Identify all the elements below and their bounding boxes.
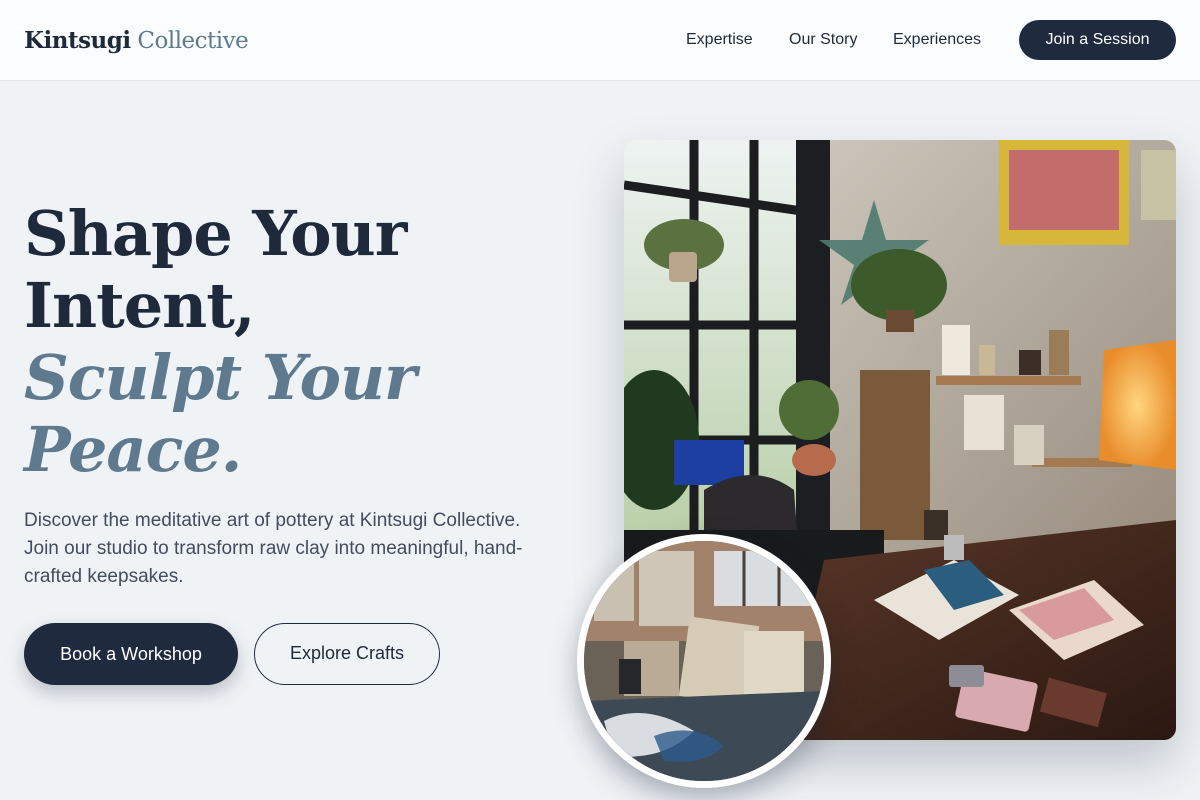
headline-line-1: Shape Your bbox=[24, 197, 407, 270]
explore-crafts-button[interactable]: Explore Crafts bbox=[254, 623, 440, 685]
site-header: Kintsugi Collective Expertise Our Story … bbox=[0, 0, 1200, 81]
headline-line-4: Peace. bbox=[24, 413, 242, 486]
brand-logo[interactable]: Kintsugi Collective bbox=[24, 26, 249, 56]
headline-line-3: Sculpt Your bbox=[24, 341, 417, 414]
hero-description: Discover the meditative art of pottery a… bbox=[24, 510, 523, 587]
logo-word-collective: Collective bbox=[137, 28, 249, 54]
workshop-detail-photo bbox=[577, 534, 831, 788]
nav-link-expertise[interactable]: Expertise bbox=[686, 29, 753, 51]
nav-link-experiences[interactable]: Experiences bbox=[893, 29, 981, 51]
nav-link-our-story[interactable]: Our Story bbox=[789, 29, 857, 51]
join-session-button[interactable]: Join a Session bbox=[1019, 20, 1176, 60]
workshop-detail-illustration bbox=[584, 541, 824, 781]
logo-word-kintsugi: Kintsugi bbox=[24, 27, 131, 54]
hero-headline: Shape Your Intent, Sculpt Your Peace. bbox=[24, 198, 544, 486]
headline-line-2: Intent, bbox=[24, 269, 255, 342]
book-workshop-button[interactable]: Book a Workshop bbox=[24, 623, 238, 685]
